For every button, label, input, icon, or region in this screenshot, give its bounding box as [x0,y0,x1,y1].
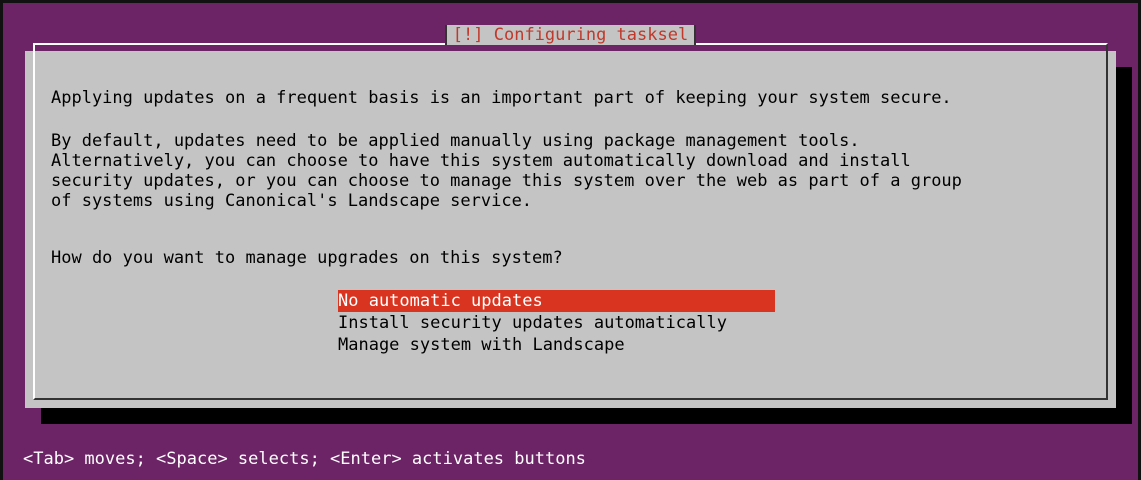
keyboard-help-text: <Tab> moves; <Space> selects; <Enter> ac… [23,449,586,469]
dialog-title: [!] Configuring tasksel [446,25,695,45]
dialog-title-bar: [!] Configuring tasksel [35,23,1106,47]
description-text: By default, updates need to be applied m… [51,131,962,211]
options-list: No automatic updates Install security up… [338,290,775,356]
question-text: How do you want to manage upgrades on th… [51,248,563,268]
option-install-security-updates[interactable]: Install security updates automatically [338,312,775,334]
option-no-automatic-updates[interactable]: No automatic updates [338,290,775,312]
intro-text: Applying updates on a frequent basis is … [51,88,952,108]
option-manage-with-landscape[interactable]: Manage system with Landscape [338,334,775,356]
terminal-screen: [!] Configuring tasksel Applying updates… [0,0,1141,480]
tasksel-dialog: [!] Configuring tasksel Applying updates… [25,25,1116,408]
